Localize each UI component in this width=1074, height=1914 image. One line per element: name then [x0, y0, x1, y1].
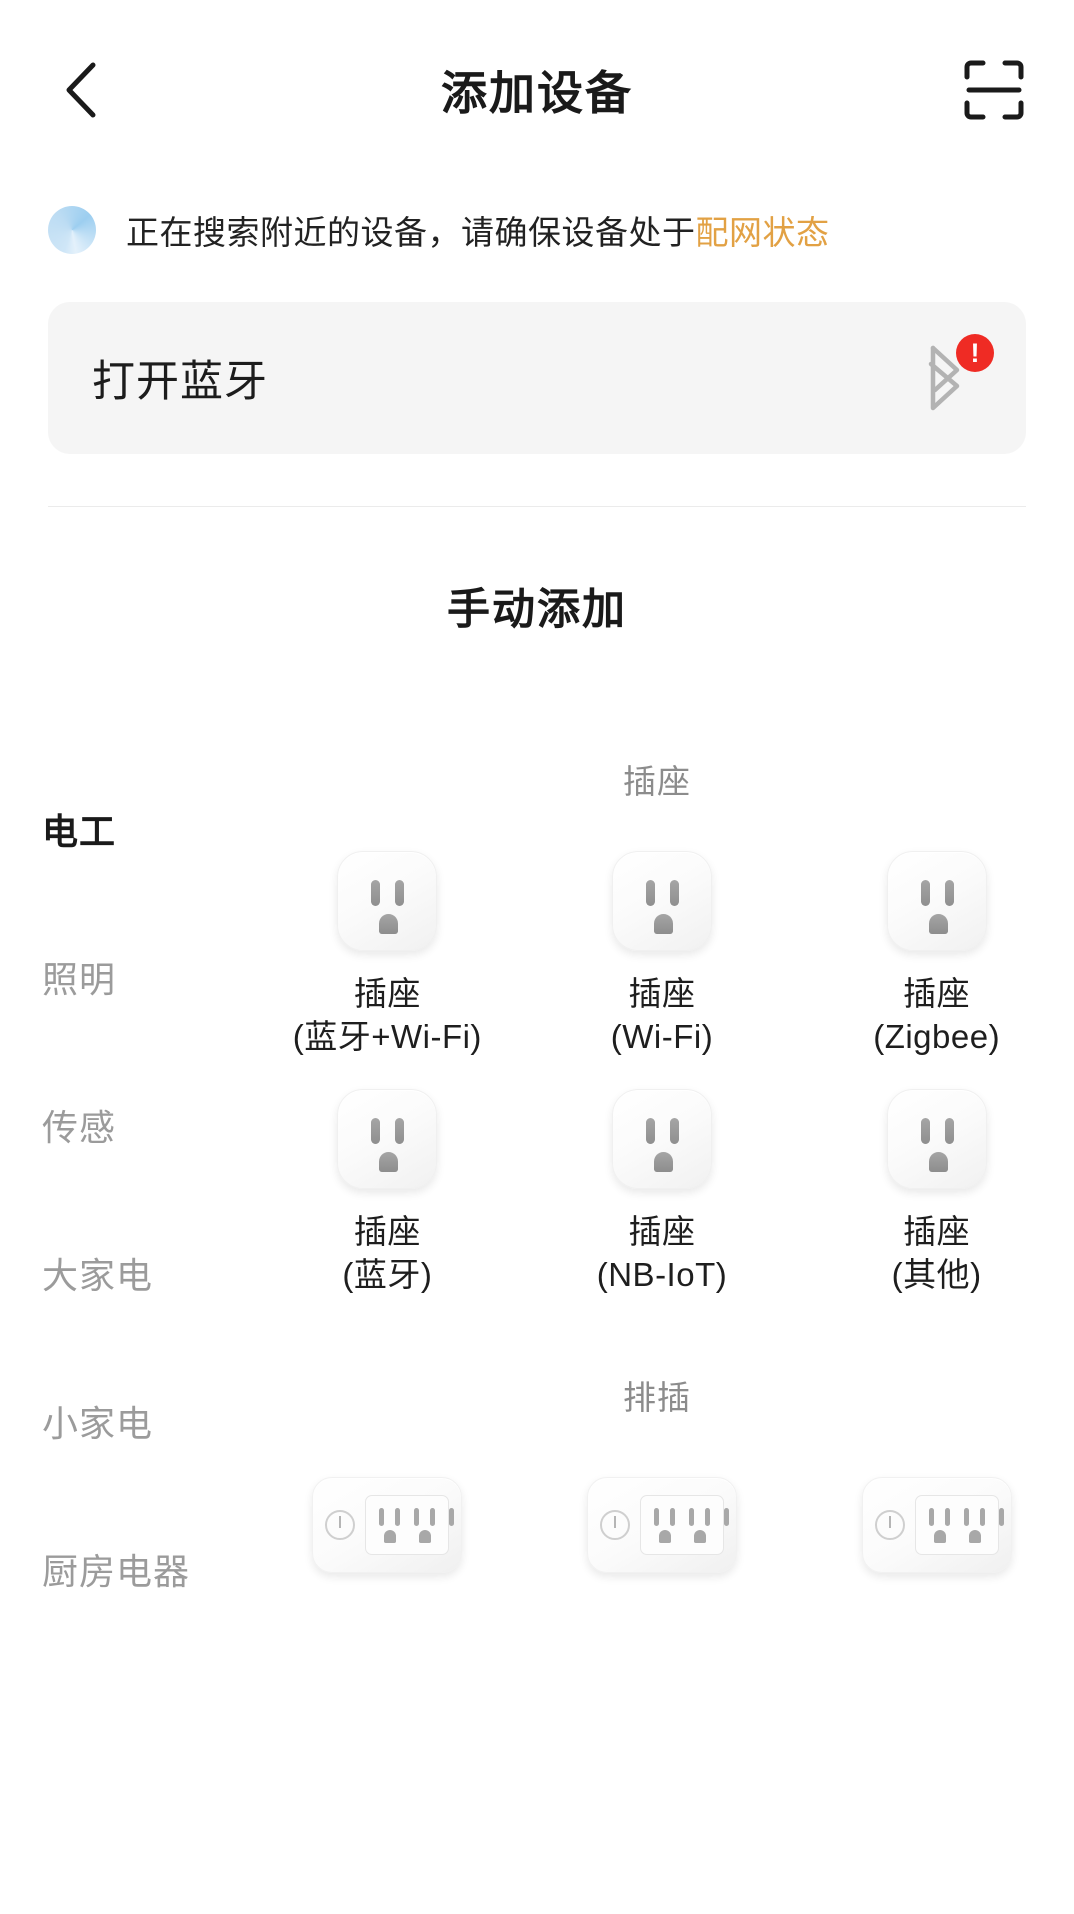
scan-qr-icon [964, 60, 1024, 120]
sidebar-item-label: 传感 [42, 1107, 117, 1148]
device-name: 插座 [353, 1212, 421, 1250]
power-button-icon [599, 1509, 630, 1540]
device-name: 插座 [903, 1212, 971, 1250]
device-name: 插座 [628, 975, 696, 1012]
device-tile-label: 插座 (其他) [892, 1211, 982, 1297]
device-tile-label: 插座 (Zigbee) [873, 973, 1000, 1059]
group-title-power-strip: 排插 [623, 1378, 691, 1416]
device-list: 插座 插座 (蓝牙+Wi-Fi) 插座 (Wi-Fi) 插座 (Zigbee) … [250, 745, 1074, 1805]
sidebar-item-zhaoming[interactable]: 照明 [0, 903, 250, 1051]
sidebar-item-label: 厨房电器 [42, 1551, 191, 1592]
outlet-panel [365, 1494, 455, 1555]
outlet-panel [639, 1494, 729, 1555]
sidebar-item-xiaojiadian[interactable]: 小家电 [0, 1347, 250, 1495]
status-badge: ! [956, 334, 994, 372]
outlet-panel [914, 1494, 1004, 1555]
device-variant: (NB-IoT) [596, 1255, 728, 1293]
search-status-row: 正在搜索附近的设备，请确保设备处于配网状态 [0, 180, 1074, 260]
socket-icon [886, 1088, 987, 1189]
device-tile[interactable] [250, 1476, 525, 1573]
power-strip-icon [586, 1476, 737, 1573]
device-tile[interactable] [799, 1476, 1074, 1573]
socket-icon [337, 1088, 438, 1189]
sidebar-item-chufangdianqi[interactable]: 厨房电器 [0, 1495, 250, 1643]
app-header: 添加设备 [0, 0, 1074, 180]
device-variant: (蓝牙+Wi-Fi) [292, 1017, 482, 1055]
category-body: 电工 照明 传感 大家电 小家电 厨房电器 插座 插座 (蓝牙+Wi-Fi) 插… [0, 745, 1074, 1805]
manual-add-title: 手动添加 [447, 586, 627, 634]
socket-icon [611, 1088, 712, 1189]
bluetooth-icon-wrapper: ! [906, 334, 994, 416]
power-button-icon [874, 1509, 905, 1540]
device-tile[interactable]: 插座 (Zigbee) [799, 851, 1074, 1059]
page-title: 添加设备 [441, 67, 633, 119]
device-tile[interactable]: 插座 (NB-IoT) [525, 1088, 800, 1297]
status-text-highlight[interactable]: 配网状态 [696, 214, 830, 251]
back-button[interactable] [48, 58, 112, 122]
device-name: 插座 [628, 1212, 696, 1250]
group-title-socket: 插座 [623, 763, 691, 800]
sidebar-item-label: 照明 [42, 959, 117, 1000]
sidebar-item-label: 电工 [42, 811, 117, 852]
bluetooth-card[interactable]: 打开蓝牙 ! [48, 302, 1026, 454]
device-tile[interactable]: 插座 (Wi-Fi) [525, 851, 800, 1059]
device-tile-label: 插座 (蓝牙) [342, 1211, 432, 1297]
device-variant: (其他) [891, 1255, 982, 1293]
device-tile[interactable]: 插座 (蓝牙) [250, 1088, 525, 1297]
bluetooth-card-label: 打开蓝牙 [92, 358, 268, 406]
power-strip-icon [861, 1476, 1012, 1573]
device-variant: (Wi-Fi) [610, 1017, 714, 1055]
sidebar-item-label: 小家电 [42, 1403, 154, 1444]
device-variant: (Zigbee) [873, 1017, 1001, 1055]
socket-icon [337, 851, 438, 951]
section-divider [48, 506, 1026, 507]
device-name: 插座 [903, 975, 971, 1012]
socket-icon [886, 851, 987, 951]
device-tile-label: 插座 (Wi-Fi) [611, 973, 713, 1059]
power-strip-icon [312, 1476, 463, 1573]
device-tile[interactable]: 插座 (其他) [799, 1088, 1074, 1297]
sidebar-item-label: 大家电 [42, 1255, 154, 1296]
device-tile[interactable] [525, 1476, 800, 1573]
device-tile[interactable]: 插座 (蓝牙+Wi-Fi) [250, 851, 525, 1059]
power-button-icon [325, 1509, 356, 1540]
socket-icon [611, 851, 712, 951]
status-text-normal: 正在搜索附近的设备，请确保设备处于 [126, 214, 696, 251]
sidebar-item-diangong[interactable]: 电工 [0, 755, 250, 903]
device-variant: (蓝牙) [342, 1255, 433, 1293]
device-tile-label: 插座 (蓝牙+Wi-Fi) [293, 973, 482, 1059]
sidebar-item-dajiadian[interactable]: 大家电 [0, 1199, 250, 1347]
loading-spinner-icon [48, 206, 96, 254]
device-name: 插座 [353, 975, 421, 1012]
add-device-screen: 添加设备 正在搜索附近的设备，请确保设备处于配网状态 打开蓝牙 ! 手动添加 电… [0, 0, 1074, 1914]
chevron-left-icon [66, 62, 96, 118]
category-sidebar: 电工 照明 传感 大家电 小家电 厨房电器 [0, 745, 250, 1805]
socket-grid: 插座 (蓝牙+Wi-Fi) 插座 (Wi-Fi) 插座 (Zigbee) 插座 … [250, 851, 1074, 1297]
scan-button[interactable] [962, 58, 1026, 122]
power-strip-grid [250, 1476, 1074, 1573]
search-status-text: 正在搜索附近的设备，请确保设备处于配网状态 [126, 206, 830, 254]
sidebar-item-chuangan[interactable]: 传感 [0, 1051, 250, 1199]
device-tile-label: 插座 (NB-IoT) [597, 1211, 728, 1297]
